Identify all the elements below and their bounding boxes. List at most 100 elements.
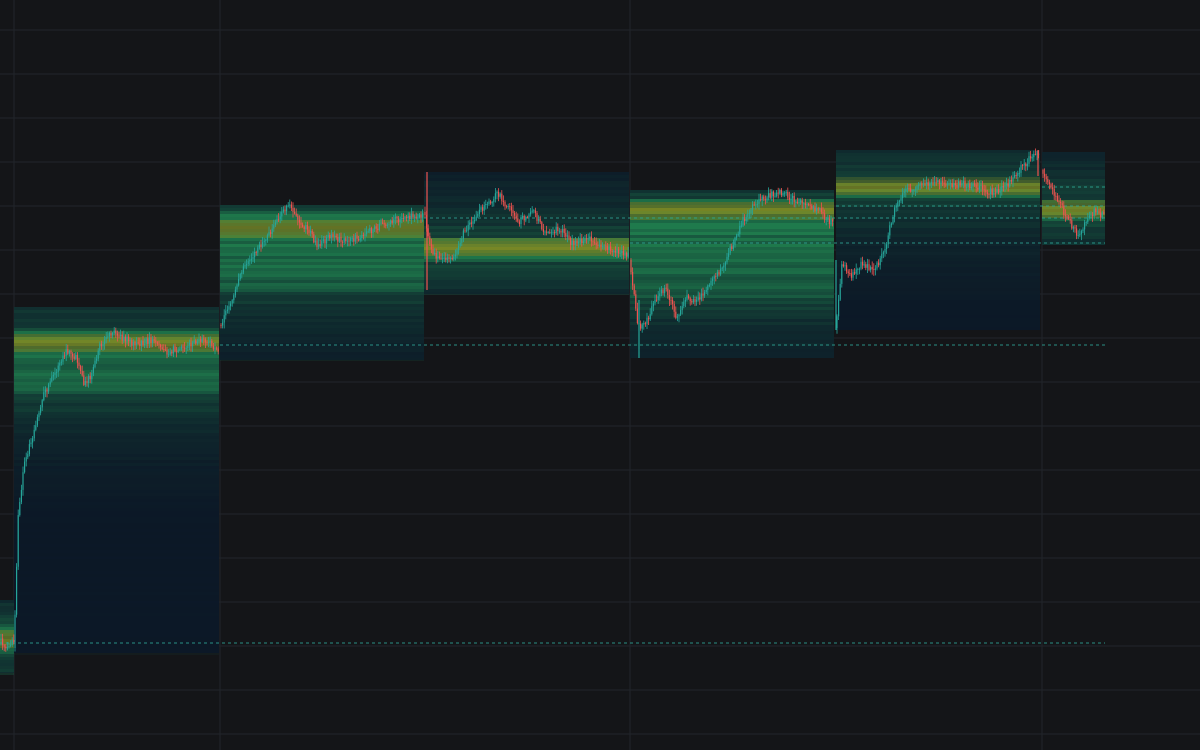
profile-row [14, 475, 219, 478]
profile-row [14, 427, 219, 430]
profile-row [630, 337, 834, 340]
profile-row [630, 349, 834, 352]
profile-row [630, 283, 834, 286]
candle-body [776, 192, 778, 196]
session-profile [630, 190, 834, 358]
candle-body [2, 638, 4, 646]
profile-row [0, 657, 14, 660]
candle-body [881, 253, 883, 259]
candle-body [1014, 174, 1016, 178]
candle-body [324, 239, 326, 244]
profile-row [424, 220, 629, 223]
candle-body [129, 340, 131, 342]
candle-body [522, 215, 524, 219]
candle-body [466, 230, 468, 232]
candle-body [611, 250, 613, 253]
candle-body [380, 222, 382, 224]
candle-body [852, 272, 854, 278]
candle-body [646, 317, 648, 324]
candle-body [172, 346, 174, 354]
candle-body [303, 226, 305, 230]
candle-body [206, 342, 208, 344]
candle-body [539, 218, 541, 223]
candle-body [115, 330, 117, 334]
candle-body [346, 240, 348, 242]
candle-body [935, 181, 937, 183]
candle-body [720, 268, 722, 275]
profile-row [14, 403, 219, 406]
candle-body [691, 301, 693, 303]
profile-row [424, 259, 629, 262]
candle-body [292, 207, 294, 212]
profile-row [836, 321, 1040, 324]
profile-row [1042, 161, 1105, 164]
candle-body [422, 212, 424, 218]
profile-row [630, 196, 834, 199]
profile-row [1042, 191, 1105, 194]
candle-body [81, 370, 83, 376]
candle-body [538, 218, 540, 221]
candle-body [736, 235, 738, 238]
profile-row [0, 630, 14, 633]
candle-body [884, 248, 886, 253]
candle-body [817, 208, 819, 210]
candle-body [164, 349, 166, 351]
profile-row [630, 310, 834, 313]
candle-body [576, 240, 578, 244]
candle-body [102, 344, 104, 347]
profile-row [14, 325, 219, 328]
profile-row [220, 334, 424, 337]
profile-row [0, 627, 14, 630]
candle-body [790, 198, 792, 200]
candle-body [236, 285, 238, 290]
candle-body [266, 235, 268, 240]
candle-body [374, 226, 376, 230]
candle-body [83, 375, 85, 385]
candle-body [464, 230, 466, 232]
candle-body [978, 185, 980, 190]
candle-body [763, 196, 765, 200]
profile-row [220, 304, 424, 307]
candle-body [713, 276, 715, 279]
profile-row [630, 328, 834, 331]
candle-body [961, 183, 963, 186]
profile-row [836, 228, 1040, 231]
candle-body [76, 355, 78, 363]
candle-body [993, 192, 995, 195]
profile-row [14, 559, 219, 562]
candle-body [1034, 154, 1036, 155]
candle-body [662, 289, 664, 294]
profile-row [630, 271, 834, 274]
candle-body [1077, 235, 1079, 236]
candle-body [136, 342, 138, 346]
candle-body [724, 262, 726, 266]
candle-body [461, 238, 463, 243]
candle-body [1074, 227, 1076, 229]
candle-body [152, 339, 154, 344]
candle-body [600, 244, 602, 247]
candle-body [318, 244, 320, 247]
profile-row [14, 361, 219, 364]
candle-body [295, 213, 297, 216]
candle-body [32, 438, 34, 443]
candle-body [319, 244, 321, 246]
candle-body [874, 268, 876, 270]
candle-body [739, 225, 741, 234]
candle-body [558, 230, 560, 232]
candle-body [22, 472, 24, 490]
profile-row [424, 214, 629, 217]
profile-row [630, 298, 834, 301]
profile-row [836, 300, 1040, 303]
profile-row [14, 532, 219, 535]
chart-canvas[interactable] [0, 0, 1200, 750]
profile-row [630, 322, 834, 325]
candle-body [808, 203, 810, 205]
profile-row [630, 253, 834, 256]
profile-row [14, 529, 219, 532]
candle-body [839, 283, 841, 300]
candle-body [536, 213, 538, 221]
candle-body [454, 254, 456, 257]
candle-body [1042, 170, 1044, 174]
profile-row [424, 223, 629, 226]
profile-row [836, 258, 1040, 261]
